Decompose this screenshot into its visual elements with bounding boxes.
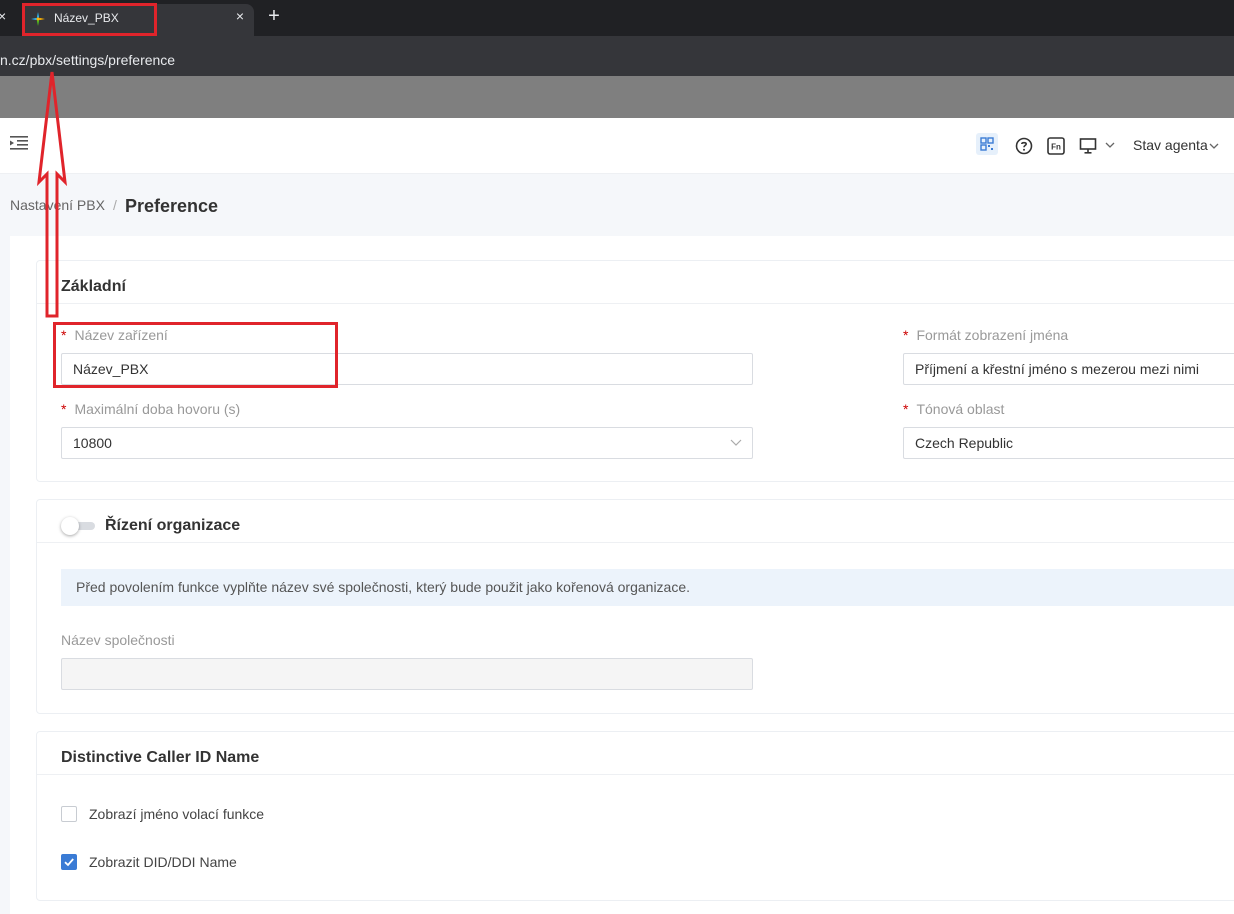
card-divider (37, 774, 1234, 775)
organization-card-title: Řízení organizace (105, 517, 241, 534)
max-call-duration-value: 10800 (73, 435, 112, 451)
annotation-arrow (37, 71, 67, 318)
fn-icon[interactable]: Fn (1047, 137, 1065, 155)
checkbox-show-caller-function-name[interactable] (61, 806, 77, 822)
name-format-select[interactable]: Příjmení a křestní jméno s mezerou mezi … (903, 353, 1234, 385)
company-name-input[interactable] (61, 658, 753, 690)
checkbox-label[interactable]: Zobrazí jméno volací funkce (89, 806, 264, 822)
browser-tab-bar: × Název_PBX × + (0, 0, 1234, 36)
organization-info-alert: Před povolením funkce vyplňte název své … (61, 569, 1234, 606)
checkbox-label[interactable]: Zobrazit DID/DDI Name (89, 854, 237, 870)
max-call-duration-label: * Maximální doba hovoru (s) (61, 401, 241, 417)
caller-id-card: Distinctive Caller ID Name Zobrazí jméno… (36, 731, 1234, 901)
app-header: Fn Stav agenta (0, 118, 1234, 174)
organization-card: Řízení organizace Před povolením funkce … (36, 499, 1234, 714)
tone-region-select[interactable]: Czech Republic (903, 427, 1234, 459)
name-format-label: * Formát zobrazení jména (903, 327, 1069, 343)
agent-status-label: Stav agenta (1133, 137, 1208, 153)
chevron-down-icon (1209, 143, 1219, 149)
monitor-icon[interactable] (1079, 137, 1097, 155)
checkbox-show-did-name[interactable] (61, 854, 77, 870)
browser-toolbar-strip (0, 76, 1234, 118)
agent-status-dropdown[interactable]: Stav agenta (1133, 137, 1219, 153)
chevron-down-icon (730, 439, 742, 446)
qr-code-button[interactable] (976, 133, 998, 155)
close-icon[interactable]: × (0, 8, 8, 24)
page-title: Preference (125, 196, 219, 216)
menu-collapse-icon[interactable] (10, 135, 28, 151)
svg-text:Fn: Fn (1051, 143, 1061, 152)
help-icon[interactable] (1015, 137, 1033, 155)
tab-close-icon[interactable]: × (236, 8, 244, 24)
card-divider (37, 303, 1234, 304)
organization-toggle[interactable] (61, 517, 97, 535)
chevron-down-icon[interactable] (1105, 141, 1115, 149)
basic-card-title: Základní (61, 278, 126, 295)
annotation-tab-highlight (22, 3, 157, 36)
address-bar[interactable]: n.cz/pbx/settings/preference (0, 36, 1234, 76)
checkmark-icon (64, 858, 74, 867)
card-divider (37, 542, 1234, 543)
url-text[interactable]: n.cz/pbx/settings/preference (0, 52, 175, 68)
annotation-field-highlight (53, 322, 338, 388)
breadcrumb-separator: / (112, 197, 117, 213)
tone-region-label: * Tónová oblast (903, 401, 1005, 417)
new-tab-icon[interactable]: + (264, 5, 284, 28)
qr-code-icon (980, 137, 994, 151)
toggle-knob (61, 517, 79, 535)
caller-id-card-title: Distinctive Caller ID Name (61, 749, 260, 766)
max-call-duration-select[interactable]: 10800 (61, 427, 753, 459)
company-name-label: Název společnosti (61, 632, 175, 648)
